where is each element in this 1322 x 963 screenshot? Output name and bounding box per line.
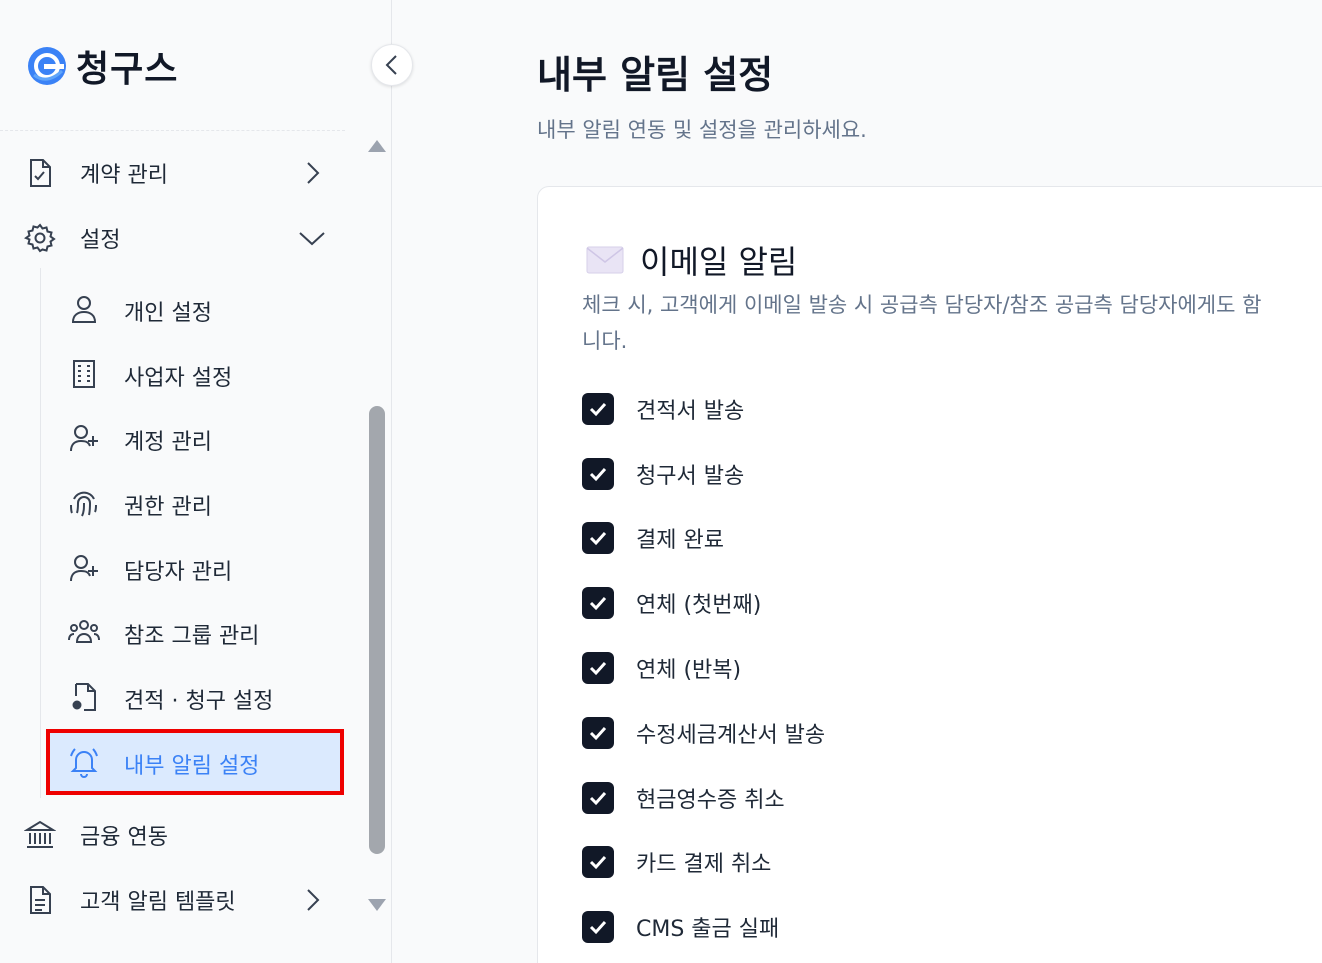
gear-icon <box>24 223 56 253</box>
chevron-down-icon <box>299 232 325 246</box>
bell-icon <box>70 748 98 778</box>
checkbox[interactable] <box>582 782 614 814</box>
sidebar-collapse-button[interactable] <box>371 44 413 86</box>
sidebar-subitem-label: 견적 · 청구 설정 <box>124 689 274 714</box>
document-icon <box>30 886 51 914</box>
checkbox[interactable] <box>582 846 614 878</box>
file-gear-icon <box>72 683 96 711</box>
sidebar-subitem-label: 권한 관리 <box>124 495 212 520</box>
checkbox[interactable] <box>582 652 614 684</box>
checkbox[interactable] <box>582 717 614 749</box>
check-icon <box>589 531 607 546</box>
sidebar-item-customer-templates[interactable]: 고객 알림 템플릿 <box>0 872 345 928</box>
checkbox-row[interactable]: 견적서 발송 <box>582 392 744 426</box>
sidebar-subitem-label: 사업자 설정 <box>124 366 233 391</box>
checkbox-label[interactable]: 카드 결제 취소 <box>636 846 771 878</box>
scrollbar-down-arrow[interactable] <box>368 899 386 911</box>
check-icon <box>589 726 607 741</box>
checkbox-label[interactable]: 연체 (반복) <box>636 652 741 684</box>
checkbox-row[interactable]: 결제 완료 <box>582 521 724 555</box>
sidebar-item-contracts[interactable]: 계약 관리 <box>0 145 345 201</box>
check-icon <box>589 791 607 806</box>
checkbox-label[interactable]: 견적서 발송 <box>636 393 744 425</box>
sidebar-subitem-reference-groups[interactable]: 참조 그룹 관리 <box>48 601 342 663</box>
sidebar-subitem-label: 담당자 관리 <box>124 560 233 585</box>
sidebar-subitem-internal-notifications[interactable]: 내부 알림 설정 <box>46 729 344 795</box>
checkbox[interactable] <box>582 587 614 619</box>
sidebar-subitem-permissions[interactable]: 권한 관리 <box>48 472 342 534</box>
checkbox-label[interactable]: 결제 완료 <box>636 522 724 554</box>
card-description-line: 니다. <box>582 329 628 353</box>
checkbox[interactable] <box>582 458 614 490</box>
sidebar-subitem-business[interactable]: 사업자 설정 <box>48 343 342 405</box>
checkbox-row[interactable]: 청구서 발송 <box>582 457 744 491</box>
sidebar-item-label: 설정 <box>80 228 121 253</box>
check-icon <box>589 467 607 482</box>
brand-logo[interactable]: 청구스 <box>26 40 178 92</box>
sidebar-subitem-label: 계정 관리 <box>124 430 212 455</box>
user-plus-icon <box>70 425 98 452</box>
sidebar-item-label: 금융 연동 <box>80 825 168 850</box>
checkbox[interactable] <box>582 911 614 943</box>
checkbox[interactable] <box>582 522 614 554</box>
page-subtitle: 내부 알림 연동 및 설정을 관리하세요. <box>537 118 867 142</box>
sidebar-item-label: 계약 관리 <box>80 163 168 188</box>
brand-name: 청구스 <box>76 49 179 90</box>
logo-mark-icon <box>28 47 66 85</box>
checkbox-row[interactable]: 수정세금계산서 발송 <box>582 716 825 750</box>
main-content: 내부 알림 설정 내부 알림 연동 및 설정을 관리하세요. 이메일 알림 체크… <box>393 0 1322 963</box>
chevron-right-icon <box>307 162 320 184</box>
envelope-icon <box>586 246 624 274</box>
sidebar-subitem-managers[interactable]: 담당자 관리 <box>48 537 342 599</box>
card-header: 이메일 알림 <box>586 237 797 283</box>
sidebar-subitem-quote-billing[interactable]: 견적 · 청구 설정 <box>48 666 342 728</box>
page-title: 내부 알림 설정 <box>537 53 774 97</box>
sidebar-subitem-personal[interactable]: 개인 설정 <box>48 278 342 340</box>
sidebar-subitem-label: 참조 그룹 관리 <box>124 624 260 649</box>
bank-icon <box>24 820 56 848</box>
checkbox-label[interactable]: CMS 출금 실패 <box>636 911 779 943</box>
sidebar-item-finance[interactable]: 금융 연동 <box>0 807 345 863</box>
card-description: 체크 시, 고객에게 이메일 발송 시 공급측 담당자/참조 공급측 담당자에게… <box>582 287 1322 359</box>
checkbox-label[interactable]: 연체 (첫번째) <box>636 587 761 619</box>
scrollbar-up-arrow[interactable] <box>368 140 386 152</box>
check-icon <box>589 402 607 417</box>
sidebar-subitem-label: 내부 알림 설정 <box>124 754 260 779</box>
sidebar-divider <box>0 130 345 131</box>
checkbox-label[interactable]: 현금영수증 취소 <box>636 782 785 814</box>
fingerprint-icon <box>70 491 97 517</box>
check-icon <box>589 855 607 870</box>
sidebar-subitem-label: 개인 설정 <box>124 301 212 326</box>
contract-file-icon <box>30 159 51 187</box>
user-plus-icon <box>70 555 98 582</box>
sidebar-subitem-accounts[interactable]: 계정 관리 <box>48 407 342 469</box>
sidebar: 청구스 계약 관리 설정 개인 설정 사업자 설정 계정 관리 권한 관리 담당… <box>0 0 392 963</box>
checkbox-row[interactable]: 연체 (반복) <box>582 651 741 685</box>
scrollbar-thumb[interactable] <box>369 406 385 854</box>
card-title: 이메일 알림 <box>640 243 798 281</box>
chevron-left-icon <box>385 55 397 75</box>
checkbox[interactable] <box>582 393 614 425</box>
user-icon <box>71 296 97 323</box>
check-icon <box>589 920 607 935</box>
email-notification-card: 이메일 알림 체크 시, 고객에게 이메일 발송 시 공급측 담당자/참조 공급… <box>537 186 1322 963</box>
users-group-icon <box>68 620 100 643</box>
checkbox-row[interactable]: 카드 결제 취소 <box>582 845 771 879</box>
check-icon <box>589 596 607 611</box>
sidebar-item-label: 고객 알림 템플릿 <box>80 890 236 915</box>
card-description-line: 체크 시, 고객에게 이메일 발송 시 공급측 담당자/참조 공급측 담당자에게… <box>582 293 1262 317</box>
checkbox-label[interactable]: 청구서 발송 <box>636 458 744 490</box>
chevron-right-icon <box>307 889 320 911</box>
checkbox-row[interactable]: CMS 출금 실패 <box>582 910 779 944</box>
checkbox-label[interactable]: 수정세금계산서 발송 <box>636 717 825 749</box>
submenu-guide-line <box>40 268 41 798</box>
check-icon <box>589 661 607 676</box>
building-icon <box>73 360 95 388</box>
checkbox-row[interactable]: 연체 (첫번째) <box>582 586 761 620</box>
checkbox-row[interactable]: 현금영수증 취소 <box>582 781 785 815</box>
sidebar-item-settings[interactable]: 설정 <box>0 210 345 266</box>
